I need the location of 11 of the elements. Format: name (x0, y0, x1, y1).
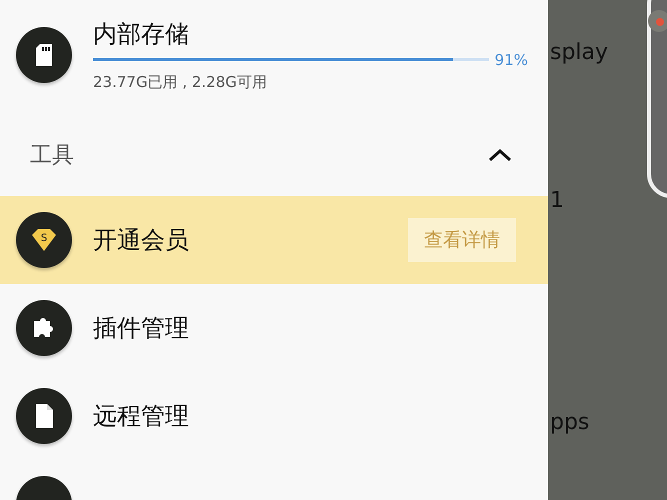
menu-item[interactable]: S 开通会员 查看详情 (0, 196, 548, 284)
background-text: splay (550, 40, 608, 65)
background-text: 1 (550, 188, 564, 213)
diamond-icon: S (29, 227, 59, 253)
storage-title: 内部存储 (93, 18, 190, 48)
storage-usage: 23.77G已用 , 2.28G可用 (93, 72, 268, 92)
section-title: 工具 (30, 142, 74, 170)
storage-percent: 91% (494, 50, 528, 68)
background-text: pps (550, 410, 590, 435)
menu-item[interactable]: 远程管理 (0, 372, 548, 460)
menu-item[interactable]: 插件管理 (0, 284, 548, 372)
